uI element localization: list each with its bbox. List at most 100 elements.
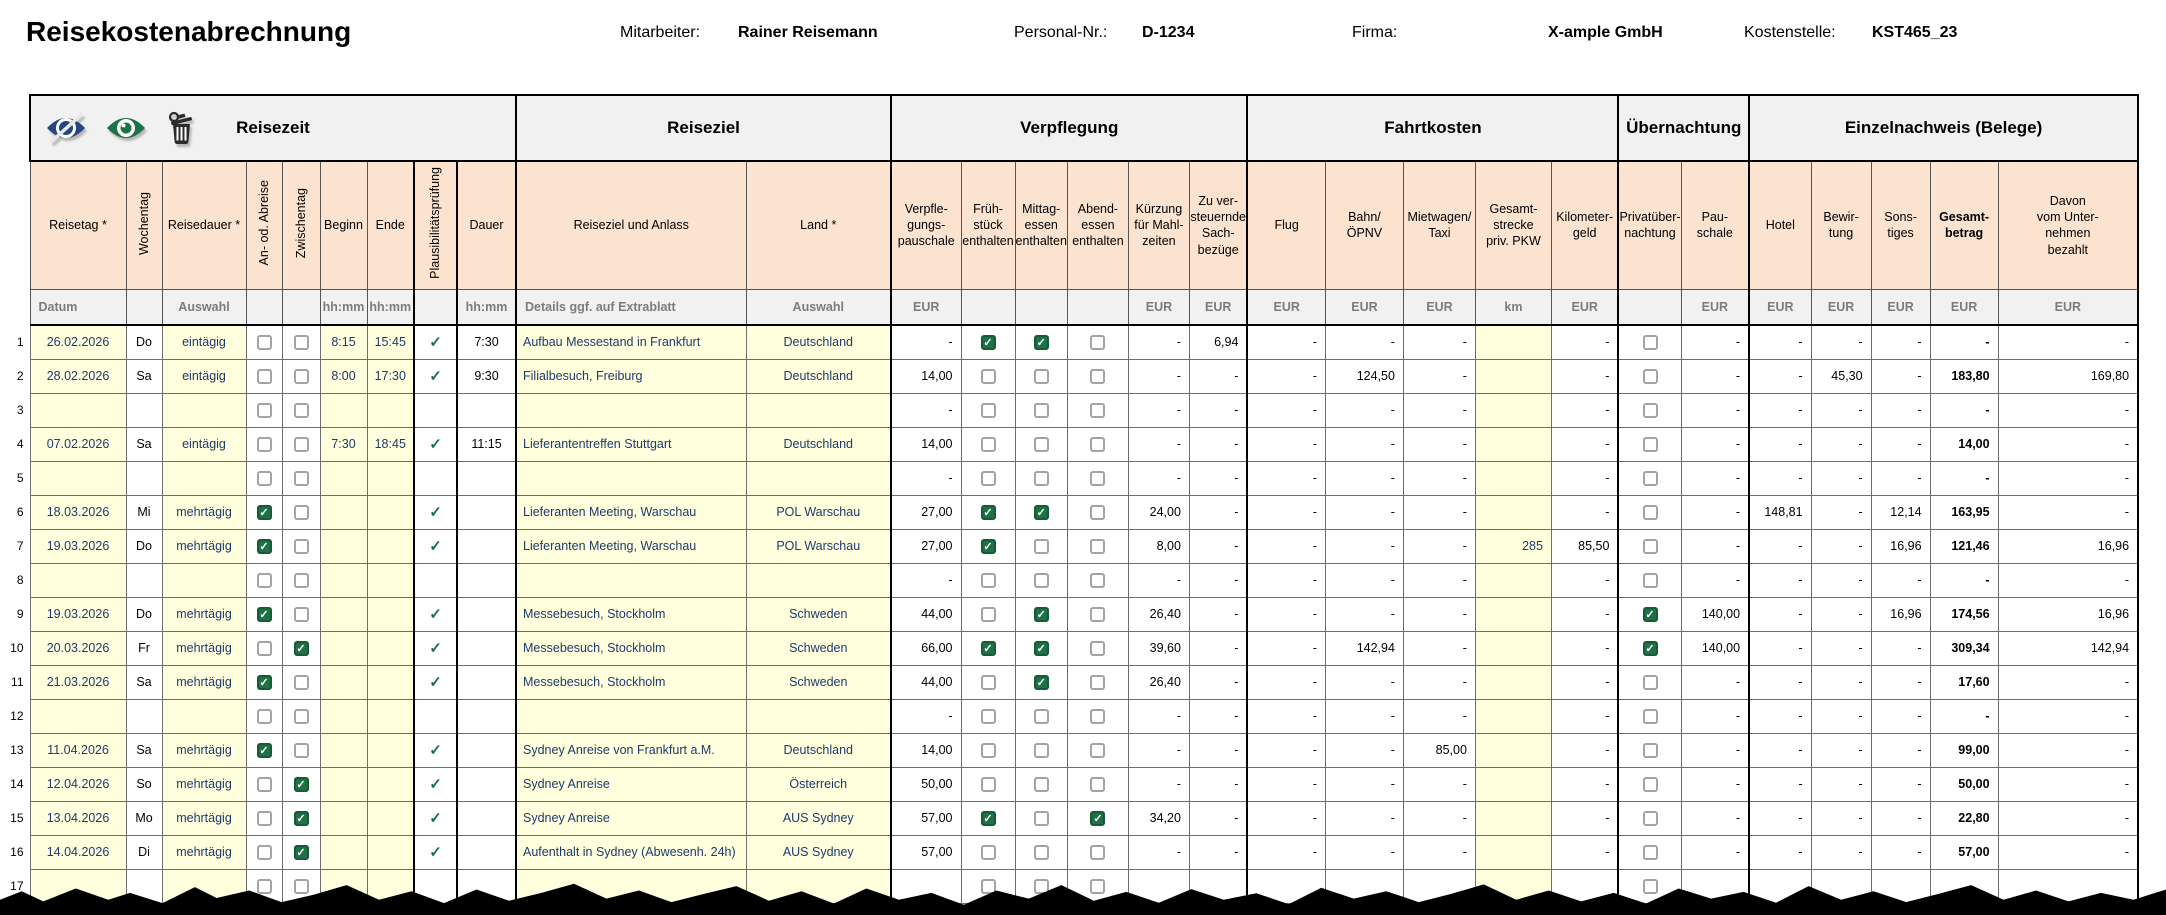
beginn-cell[interactable]: [320, 767, 367, 801]
ziel-cell[interactable]: [516, 699, 746, 733]
ende-cell[interactable]: [367, 529, 414, 563]
anab-checkbox[interactable]: [257, 403, 272, 418]
reisetag-cell[interactable]: 21.03.2026: [30, 665, 126, 699]
beginn-cell[interactable]: [320, 801, 367, 835]
strecke-cell[interactable]: [1475, 597, 1551, 631]
reisedauer-cell[interactable]: mehrtägig: [162, 495, 246, 529]
mittag-checkbox[interactable]: [1034, 403, 1049, 418]
land-cell[interactable]: Deutschland: [746, 325, 891, 359]
zwischentag-checkbox[interactable]: [294, 709, 309, 724]
show-details-eye-icon[interactable]: [103, 112, 149, 144]
ziel-cell[interactable]: Sydney Anreise: [516, 801, 746, 835]
anab-checkbox[interactable]: [257, 471, 272, 486]
strecke-cell[interactable]: [1475, 801, 1551, 835]
ziel-cell[interactable]: [516, 393, 746, 427]
zwischentag-checkbox[interactable]: [294, 607, 309, 622]
mittag-checkbox[interactable]: [1034, 369, 1049, 384]
abend-checkbox[interactable]: [1090, 879, 1105, 894]
beginn-cell[interactable]: [320, 597, 367, 631]
privat-checkbox[interactable]: [1643, 335, 1658, 350]
land-cell[interactable]: AUS Sydney: [746, 801, 891, 835]
mittag-checkbox[interactable]: [1034, 573, 1049, 588]
fruehstueck-checkbox[interactable]: [981, 675, 996, 690]
abend-checkbox[interactable]: [1090, 539, 1105, 554]
reisetag-cell[interactable]: 13.04.2026: [30, 801, 126, 835]
anab-checkbox[interactable]: ✓: [257, 505, 272, 520]
reisetag-cell[interactable]: [30, 563, 126, 597]
ende-cell[interactable]: [367, 563, 414, 597]
strecke-cell[interactable]: [1475, 699, 1551, 733]
beginn-cell[interactable]: [320, 835, 367, 869]
reisedauer-cell[interactable]: mehrtägig: [162, 835, 246, 869]
privat-checkbox[interactable]: [1643, 743, 1658, 758]
land-cell[interactable]: AUS Sydney: [746, 835, 891, 869]
strecke-cell[interactable]: [1475, 461, 1551, 495]
anab-checkbox[interactable]: [257, 845, 272, 860]
zwischentag-checkbox[interactable]: [294, 505, 309, 520]
reisedauer-cell[interactable]: mehrtägig: [162, 529, 246, 563]
abend-checkbox[interactable]: [1090, 369, 1105, 384]
strecke-cell[interactable]: 285: [1475, 529, 1551, 563]
abend-checkbox[interactable]: [1090, 743, 1105, 758]
strecke-cell[interactable]: [1475, 563, 1551, 597]
land-cell[interactable]: POL Warschau: [746, 529, 891, 563]
reisedauer-cell[interactable]: mehrtägig: [162, 597, 246, 631]
zwischentag-checkbox[interactable]: [294, 471, 309, 486]
fruehstueck-checkbox[interactable]: ✓: [981, 539, 996, 554]
zwischentag-checkbox[interactable]: ✓: [294, 845, 309, 860]
reisetag-cell[interactable]: 26.02.2026: [30, 325, 126, 359]
abend-checkbox[interactable]: [1090, 505, 1105, 520]
ende-cell[interactable]: [367, 733, 414, 767]
fruehstueck-checkbox[interactable]: [981, 403, 996, 418]
zwischentag-checkbox[interactable]: [294, 573, 309, 588]
reisetag-cell[interactable]: 28.02.2026: [30, 359, 126, 393]
land-cell[interactable]: Österreich: [746, 767, 891, 801]
ziel-cell[interactable]: [516, 461, 746, 495]
reisetag-cell[interactable]: 07.02.2026: [30, 427, 126, 461]
fruehstueck-checkbox[interactable]: ✓: [981, 641, 996, 656]
zwischentag-checkbox[interactable]: ✓: [294, 777, 309, 792]
reisedauer-cell[interactable]: mehrtägig: [162, 767, 246, 801]
beginn-cell[interactable]: 8:15: [320, 325, 367, 359]
abend-checkbox[interactable]: [1090, 573, 1105, 588]
ende-cell[interactable]: [367, 801, 414, 835]
zwischentag-checkbox[interactable]: [294, 743, 309, 758]
strecke-cell[interactable]: [1475, 359, 1551, 393]
reisedauer-cell[interactable]: [162, 563, 246, 597]
land-cell[interactable]: Schweden: [746, 665, 891, 699]
beginn-cell[interactable]: 8:00: [320, 359, 367, 393]
ende-cell[interactable]: [367, 835, 414, 869]
privat-checkbox[interactable]: [1643, 539, 1658, 554]
abend-checkbox[interactable]: [1090, 335, 1105, 350]
privat-checkbox[interactable]: [1643, 471, 1658, 486]
land-cell[interactable]: [746, 461, 891, 495]
zwischentag-checkbox[interactable]: [294, 539, 309, 554]
strecke-cell[interactable]: [1475, 393, 1551, 427]
ende-cell[interactable]: [367, 631, 414, 665]
abend-checkbox[interactable]: [1090, 777, 1105, 792]
ziel-cell[interactable]: Lieferanten Meeting, Warschau: [516, 529, 746, 563]
beginn-cell[interactable]: [320, 733, 367, 767]
anab-checkbox[interactable]: [257, 879, 272, 894]
privat-checkbox[interactable]: [1643, 675, 1658, 690]
privat-checkbox[interactable]: ✓: [1643, 641, 1658, 656]
ziel-cell[interactable]: Sydney Anreise: [516, 767, 746, 801]
zwischentag-checkbox[interactable]: [294, 335, 309, 350]
reisedauer-cell[interactable]: mehrtägig: [162, 733, 246, 767]
anab-checkbox[interactable]: [257, 777, 272, 792]
land-cell[interactable]: [746, 699, 891, 733]
ende-cell[interactable]: 15:45: [367, 325, 414, 359]
abend-checkbox[interactable]: [1090, 437, 1105, 452]
land-cell[interactable]: Deutschland: [746, 427, 891, 461]
land-cell[interactable]: Deutschland: [746, 359, 891, 393]
strecke-cell[interactable]: [1475, 427, 1551, 461]
abend-checkbox[interactable]: [1090, 709, 1105, 724]
privat-checkbox[interactable]: [1643, 573, 1658, 588]
fruehstueck-checkbox[interactable]: [981, 437, 996, 452]
mittag-checkbox[interactable]: [1034, 471, 1049, 486]
reisetag-cell[interactable]: 18.03.2026: [30, 495, 126, 529]
reisedauer-cell[interactable]: [162, 699, 246, 733]
land-cell[interactable]: [746, 563, 891, 597]
mittag-checkbox[interactable]: ✓: [1034, 641, 1049, 656]
beginn-cell[interactable]: [320, 699, 367, 733]
